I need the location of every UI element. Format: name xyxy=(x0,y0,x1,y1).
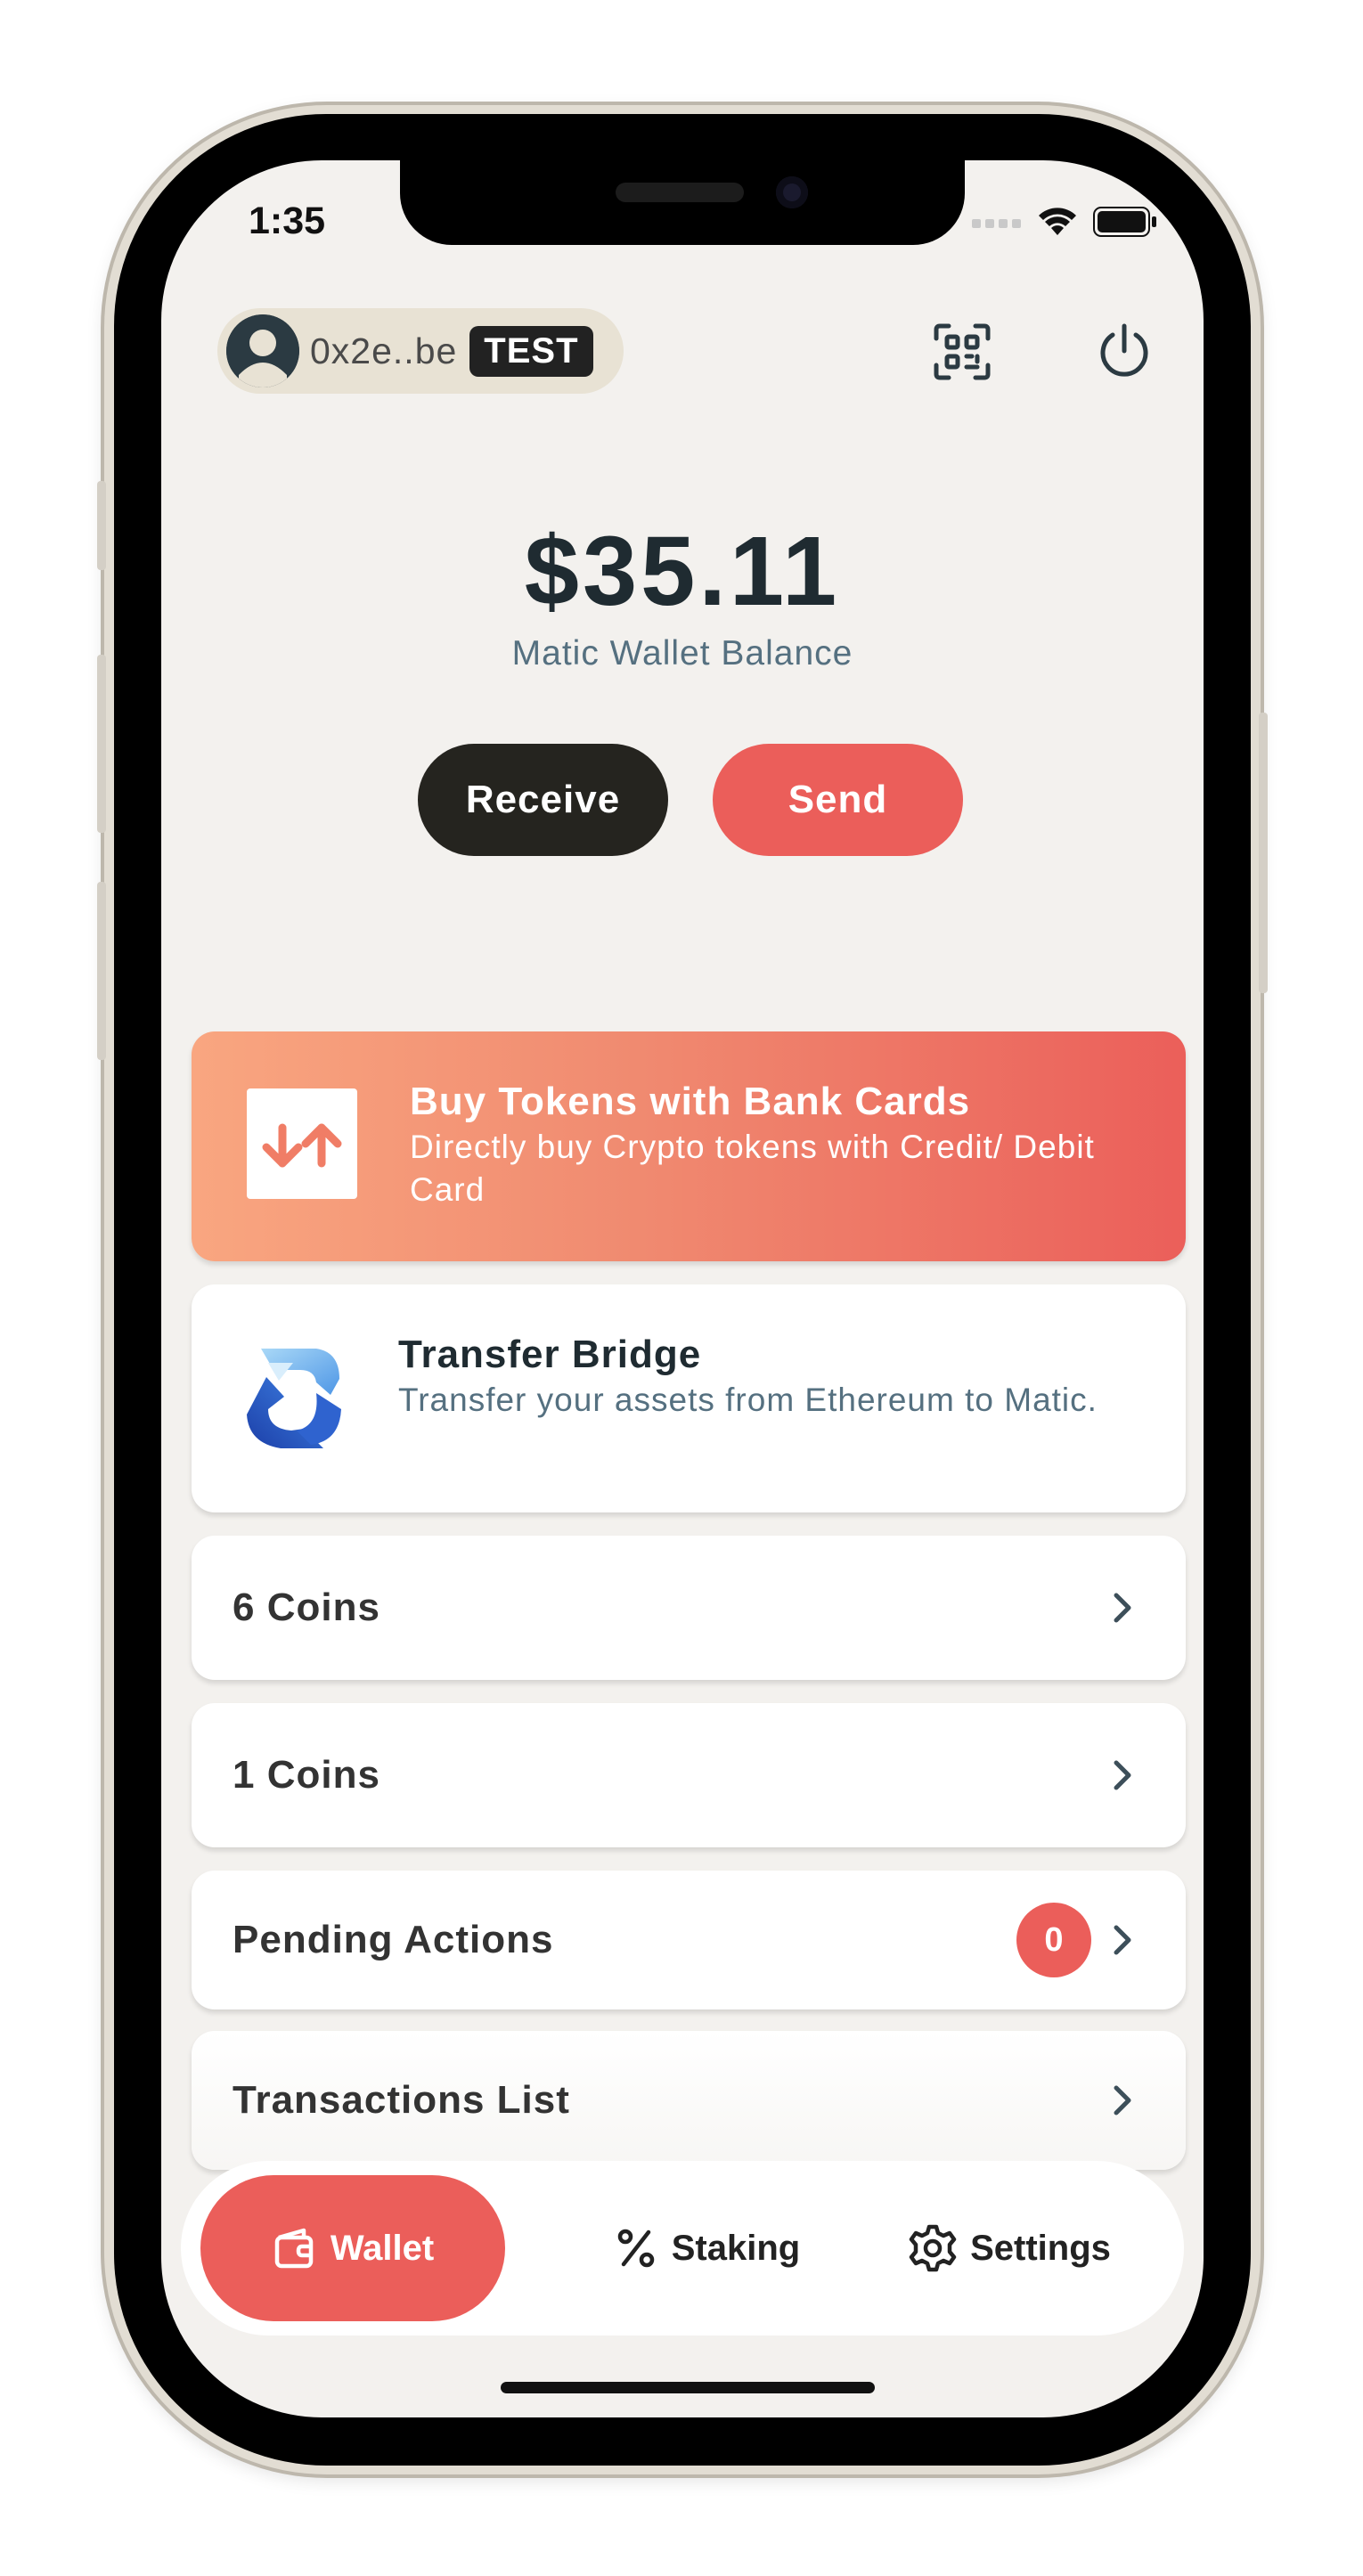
gear-icon xyxy=(909,2224,957,2272)
chevron-right-icon xyxy=(1114,1925,1131,1955)
mute-switch xyxy=(97,481,106,570)
buy-card-title: Buy Tokens with Bank Cards xyxy=(410,1080,971,1123)
nav-label: Wallet xyxy=(330,2228,435,2268)
wallet-icon xyxy=(274,2228,314,2269)
nav-item-settings[interactable]: Settings xyxy=(876,2175,1143,2321)
nav-label: Staking xyxy=(671,2228,801,2268)
list-item-label: Transactions List xyxy=(233,2078,570,2122)
list-item-pending-actions[interactable]: Pending Actions 0 xyxy=(192,1871,1186,2009)
list-item-label: Pending Actions xyxy=(233,1918,554,1961)
power-icon[interactable] xyxy=(1095,322,1154,381)
home-indicator xyxy=(501,2382,875,2393)
buy-tokens-card[interactable]: Buy Tokens with Bank Cards Directly buy … xyxy=(192,1031,1186,1261)
account-pill[interactable]: 0x2e..be TEST xyxy=(217,308,624,394)
wifi-icon xyxy=(1039,208,1076,235)
receive-button[interactable]: Receive xyxy=(418,744,668,856)
network-badge: TEST xyxy=(469,325,593,377)
bridge-card-description: Transfer your assets from Ethereum to Ma… xyxy=(398,1382,1098,1418)
qr-scan-icon[interactable] xyxy=(933,322,992,381)
percent-icon xyxy=(617,2229,654,2268)
list-item-label: 6 Coins xyxy=(233,1586,380,1629)
bottom-nav: Wallet Staking Settings xyxy=(181,2161,1184,2336)
pending-count-badge: 0 xyxy=(1016,1903,1091,1977)
nav-label: Settings xyxy=(970,2228,1111,2268)
phone-screen: 1:35 0x2e..be TEST $35.11 Matic Wallet B… xyxy=(161,160,1204,2417)
send-button[interactable]: Send xyxy=(713,744,963,856)
notch xyxy=(400,160,965,245)
power-side-button xyxy=(1259,713,1268,993)
bridge-logo-icon xyxy=(247,1349,341,1448)
buy-card-description: Directly buy Crypto tokens with Credit/ … xyxy=(410,1129,1095,1208)
avatar-icon xyxy=(226,314,299,387)
battery-icon xyxy=(1093,207,1156,237)
chevron-right-icon xyxy=(1114,2085,1131,2115)
swap-arrows-icon xyxy=(262,1123,342,1168)
status-icons xyxy=(972,207,1157,237)
nav-item-staking[interactable]: Staking xyxy=(564,2175,849,2321)
bridge-card-title: Transfer Bridge xyxy=(398,1333,702,1376)
list-item-coins-6[interactable]: 6 Coins xyxy=(192,1536,1186,1680)
cellular-signal-icon xyxy=(972,219,1021,228)
chevron-right-icon xyxy=(1114,1760,1131,1790)
wallet-address: 0x2e..be xyxy=(310,330,458,371)
list-item-transactions[interactable]: Transactions List xyxy=(192,2031,1186,2170)
balance-label: Matic Wallet Balance xyxy=(511,634,853,673)
transfer-bridge-card[interactable]: Transfer Bridge Transfer your assets fro… xyxy=(192,1284,1186,1512)
nav-item-wallet[interactable]: Wallet xyxy=(200,2175,505,2321)
status-time: 1:35 xyxy=(249,200,326,242)
list-item-label: 1 Coins xyxy=(233,1753,380,1797)
front-camera xyxy=(776,176,808,208)
volume-down-button xyxy=(97,882,106,1060)
buy-icon-box xyxy=(247,1088,357,1199)
speaker-grille xyxy=(616,183,744,202)
balance-amount: $35.11 xyxy=(524,517,841,626)
volume-up-button xyxy=(97,655,106,833)
list-item-coins-1[interactable]: 1 Coins xyxy=(192,1703,1186,1847)
chevron-right-icon xyxy=(1114,1593,1131,1623)
